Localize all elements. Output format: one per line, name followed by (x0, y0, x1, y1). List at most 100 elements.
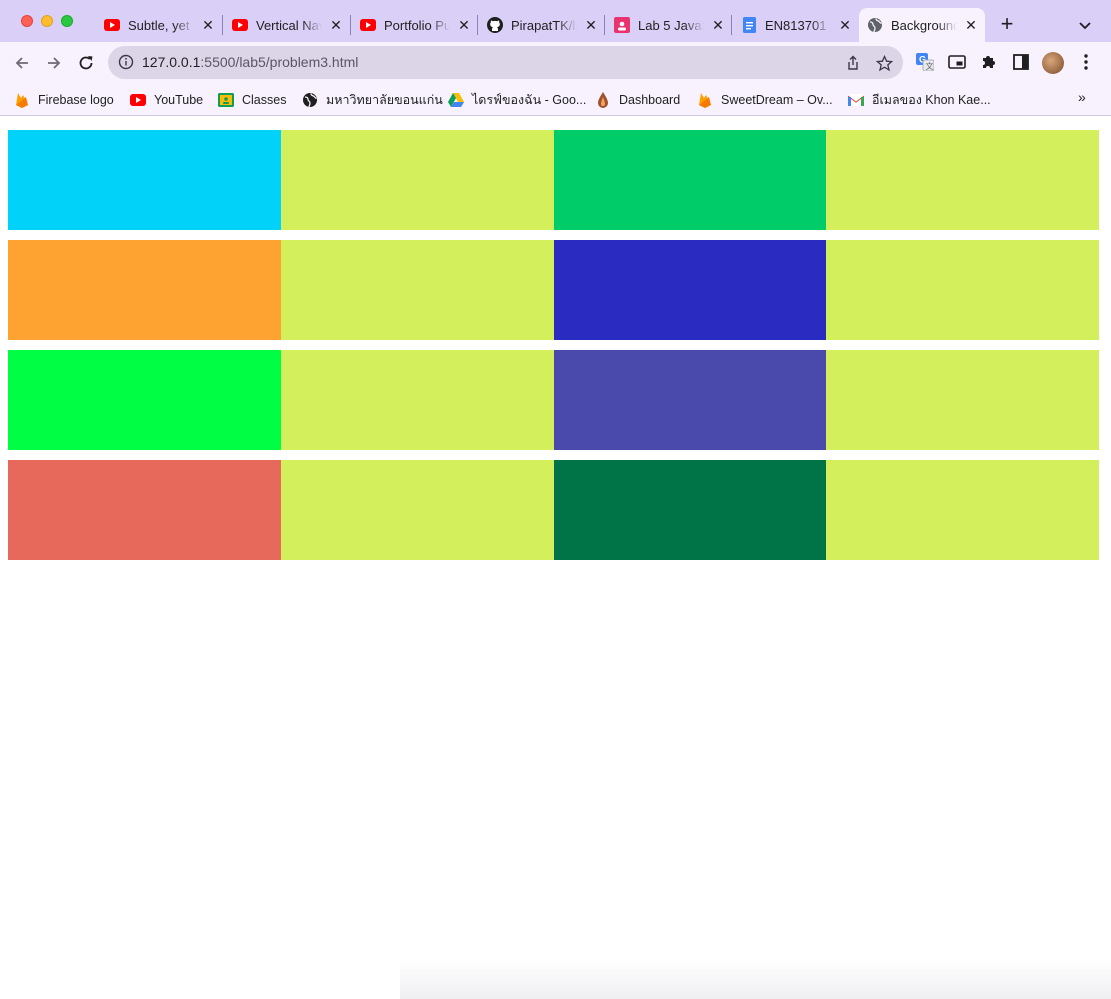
color-cell (826, 130, 1099, 230)
bookmarks-bar: Firebase logo YouTube Classes มหาวิทยาลั… (0, 84, 1111, 116)
bookmark-item[interactable]: Classes (218, 91, 286, 109)
bookmark-item[interactable]: Firebase logo (14, 91, 114, 109)
tab-separator (477, 15, 478, 35)
tab-1[interactable]: Vertical Navbar ✕ (224, 8, 350, 42)
bookmark-label: YouTube (154, 93, 204, 107)
grid-row (8, 130, 1099, 230)
grid-row (8, 460, 1099, 560)
tab-strip: Subtle, yet Beautiful ✕ Vertical Navbar … (0, 0, 1111, 42)
tab-5[interactable]: EN813701 - Docs ✕ (733, 8, 859, 42)
grid-row (8, 240, 1099, 340)
new-tab-button[interactable]: + (996, 13, 1018, 36)
youtube-icon (232, 17, 248, 33)
more-menu-icon[interactable] (1076, 52, 1096, 72)
maximize-window-button[interactable] (61, 15, 73, 27)
color-cell (8, 130, 281, 230)
color-cell (554, 240, 826, 340)
close-window-button[interactable] (21, 15, 33, 27)
youtube-icon (104, 17, 120, 33)
tab-title: Lab 5 JavaScript (638, 17, 704, 33)
color-cell (554, 350, 826, 450)
tab-separator (731, 15, 732, 35)
bookmark-label: Firebase logo (38, 93, 114, 107)
tab-6-active[interactable]: Background Color ✕ (859, 8, 985, 42)
bookmark-label: SweetDream – Ov... (721, 93, 833, 107)
close-icon[interactable]: ✕ (328, 17, 344, 33)
bookmark-item[interactable]: SweetDream – Ov... (697, 91, 833, 109)
tab-3[interactable]: PirapatTK/lab ✕ (479, 8, 605, 42)
url-host: 127.0.0.1 (142, 54, 201, 70)
side-panel-icon[interactable] (1011, 52, 1031, 72)
firebase-icon (14, 92, 30, 108)
color-cell (8, 240, 281, 340)
translate-icon[interactable]: G文 (915, 52, 935, 72)
minimize-window-button[interactable] (41, 15, 53, 27)
tab-title: Vertical Navbar (256, 17, 322, 33)
bookmark-item[interactable]: ไดรฟ์ของฉัน - Goo... (448, 91, 586, 109)
classroom-icon (218, 92, 234, 108)
forward-arrow-icon[interactable] (42, 52, 66, 74)
close-icon[interactable]: ✕ (837, 17, 853, 33)
address-bar[interactable]: 127.0.0.1:5500/lab5/problem3.html (108, 46, 903, 79)
url-text: 127.0.0.1:5500/lab5/problem3.html (142, 54, 358, 70)
color-cell (8, 350, 281, 450)
youtube-icon (360, 17, 376, 33)
globe-icon (302, 92, 318, 108)
color-cell (826, 460, 1099, 560)
color-cell (554, 130, 826, 230)
tab-0[interactable]: Subtle, yet Beautiful ✕ (96, 8, 222, 42)
gmail-icon (848, 92, 864, 108)
youtube-icon (130, 92, 146, 108)
tab-title: Background Color (891, 17, 957, 33)
dashboard-icon (595, 92, 611, 108)
bookmark-label: มหาวิทยาลัยขอนแก่น (326, 93, 443, 107)
tab-title: EN813701 - Docs (765, 17, 831, 33)
color-cell (281, 240, 554, 340)
close-icon[interactable]: ✕ (710, 17, 726, 33)
bookmark-item[interactable]: มหาวิทยาลัยขอนแก่น (302, 91, 443, 109)
color-cell (826, 350, 1099, 450)
bookmark-label: Dashboard (619, 93, 681, 107)
github-icon (487, 17, 503, 33)
bookmark-label: อีเมลของ Khon Kae... (872, 93, 991, 107)
docs-icon (741, 17, 757, 33)
color-cell (826, 240, 1099, 340)
classroom-icon (614, 17, 630, 33)
share-icon[interactable] (844, 54, 862, 72)
close-icon[interactable]: ✕ (200, 17, 216, 33)
drive-icon (448, 92, 464, 108)
more-bookmarks-icon[interactable]: » (1078, 89, 1086, 105)
info-icon[interactable] (118, 54, 134, 70)
tab-separator (604, 15, 605, 35)
color-cell (281, 130, 554, 230)
tab-4[interactable]: Lab 5 JavaScript ✕ (606, 8, 732, 42)
back-arrow-icon[interactable] (10, 52, 34, 74)
color-cell (281, 460, 554, 560)
color-grid (8, 130, 1099, 570)
star-icon[interactable] (875, 54, 893, 72)
bottom-shadow (400, 960, 1111, 999)
tab-title: Subtle, yet Beautiful (128, 17, 194, 33)
color-cell (8, 460, 281, 560)
tab-title: PirapatTK/lab (511, 17, 577, 33)
bookmark-item[interactable]: Dashboard (595, 91, 680, 109)
tab-2[interactable]: Portfolio Puzzle ✕ (352, 8, 478, 42)
reload-icon[interactable] (74, 52, 98, 74)
color-cell (554, 460, 826, 560)
grid-row (8, 350, 1099, 450)
svg-text:文: 文 (926, 61, 934, 71)
tab-separator (350, 15, 351, 35)
bookmark-item[interactable]: อีเมลของ Khon Kae... (848, 91, 991, 109)
close-icon[interactable]: ✕ (456, 17, 472, 33)
picture-in-picture-icon[interactable] (947, 52, 967, 72)
close-icon[interactable]: ✕ (963, 17, 979, 33)
firebase-icon (697, 92, 713, 108)
close-icon[interactable]: ✕ (583, 17, 599, 33)
profile-avatar[interactable] (1042, 52, 1064, 74)
tab-title: Portfolio Puzzle (384, 17, 450, 33)
extensions-puzzle-icon[interactable] (979, 52, 999, 72)
url-path: :5500/lab5/problem3.html (200, 54, 359, 70)
bookmark-item[interactable]: YouTube (130, 91, 203, 109)
bookmark-label: ไดรฟ์ของฉัน - Goo... (472, 93, 587, 107)
chevron-down-icon[interactable] (1076, 16, 1094, 34)
